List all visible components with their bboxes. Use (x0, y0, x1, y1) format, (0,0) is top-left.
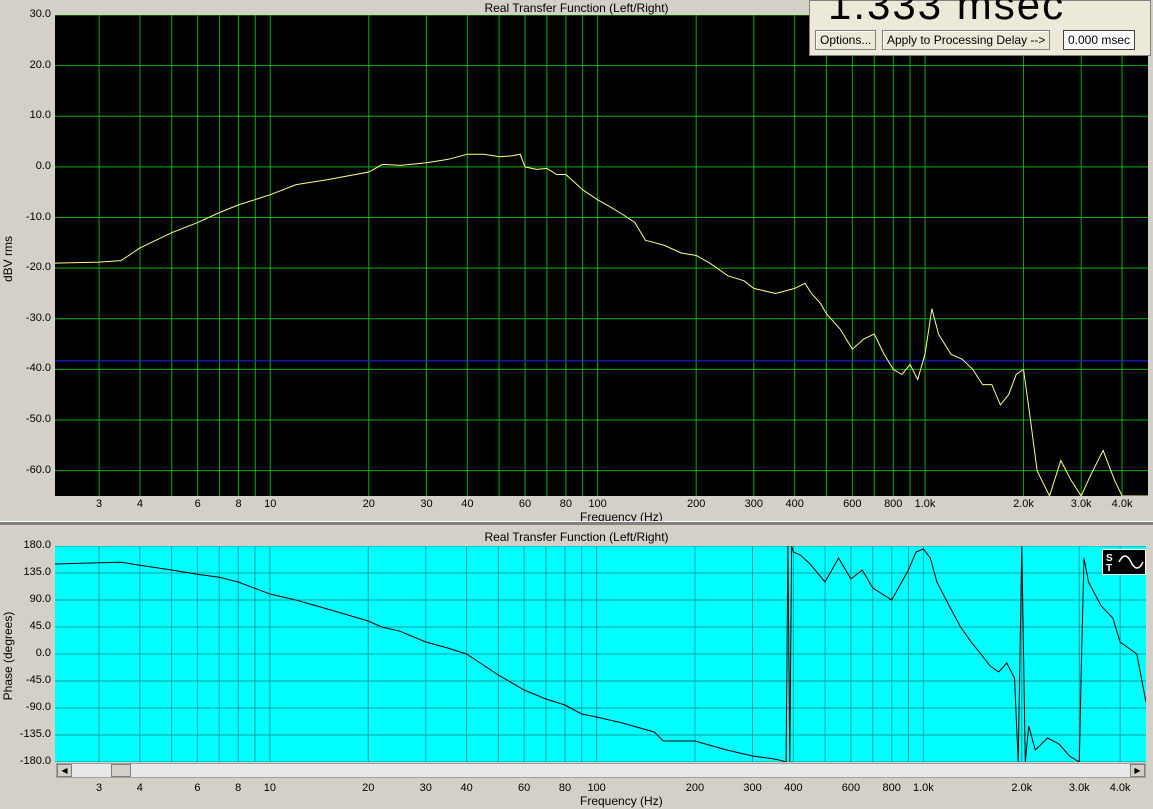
y-tick-label: 30.0 (29, 8, 51, 20)
y-tick-label: 20.0 (29, 58, 51, 71)
scroll-thumb[interactable] (111, 764, 131, 777)
x-tick-label: 4.0k (1111, 498, 1133, 510)
x-tick-label: 6 (194, 498, 201, 510)
x-tick-label: 400 (784, 782, 803, 794)
x-tick-label: 200 (686, 498, 706, 510)
y-tick-label: -45.0 (25, 674, 51, 686)
x-tick-label: 300 (743, 782, 762, 794)
x-tick-label: 10 (264, 498, 277, 510)
phase-chart (55, 546, 1146, 762)
scroll-left-icon[interactable]: ◀ (57, 764, 72, 777)
scroll-right-icon[interactable]: ▶ (1130, 764, 1145, 777)
x-tick-label: 20 (362, 782, 375, 794)
y-tick-label: -60.0 (25, 463, 51, 476)
x-tick-label: 2.0k (1011, 782, 1033, 794)
y-tick-label: 0.0 (35, 159, 51, 172)
x-tick-label: 3.0k (1070, 498, 1092, 510)
y-tick-label: -180.0 (19, 755, 51, 767)
x-tick-label: 3 (95, 782, 103, 794)
horizontal-scrollbar[interactable]: ◀ ▶ (56, 763, 1146, 778)
x-tick-label: 4.0k (1109, 782, 1131, 794)
x-tick-label: 3 (96, 498, 103, 510)
x-tick-label: 4 (136, 498, 144, 510)
y-tick-label: -135.0 (19, 728, 51, 740)
x-tick-label: 3.0k (1068, 782, 1090, 794)
st-sine-icon[interactable]: S T (1102, 549, 1146, 575)
processing-delay-field[interactable]: 0.000 msec (1063, 30, 1136, 50)
pane-divider[interactable] (0, 521, 1153, 525)
y-tick-label: 135.0 (23, 566, 51, 578)
x-tick-label: 100 (588, 498, 607, 510)
x-tick-label: 400 (785, 498, 804, 510)
y-tick-label: -10.0 (25, 210, 51, 223)
y-tick-label: 180.0 (23, 539, 51, 551)
x-tick-label: 60 (518, 498, 532, 510)
y-tick-label: -20.0 (25, 261, 51, 274)
x-tick-label: 30 (419, 782, 432, 794)
x-tick-label: 10 (263, 782, 276, 794)
delay-readout: 1.333 msec (828, 0, 1066, 28)
x-tick-label: 600 (843, 498, 862, 510)
y-tick-label: -90.0 (25, 701, 51, 713)
y-tick-label: -50.0 (25, 413, 51, 426)
x-tick-label: 2.0k (1013, 498, 1034, 510)
y-tick-label: 90.0 (29, 593, 51, 605)
y-tick-label: 10.0 (29, 109, 51, 122)
x-tick-label: 6 (194, 782, 201, 794)
phase-chart-title: Real Transfer Function (Left/Right) (484, 530, 669, 544)
y-tick-label: 0.0 (35, 647, 51, 659)
svg-text:T: T (1106, 563, 1112, 574)
y-tick-label: -30.0 (25, 311, 51, 324)
apply-to-processing-delay-button[interactable]: Apply to Processing Delay --> (882, 30, 1051, 50)
x-tick-label: 30 (420, 498, 433, 510)
x-tick-label: 200 (685, 782, 705, 794)
delay-panel: 1.333 msec Options... Apply to Processin… (809, 0, 1151, 56)
options-button[interactable]: Options... (815, 30, 877, 50)
magnitude-chart (55, 15, 1148, 496)
y-tick-label: -40.0 (25, 362, 51, 375)
x-tick-label: 300 (744, 498, 763, 510)
phase-x-axis-label: Frequency (Hz) (580, 794, 663, 808)
x-tick-label: 4 (136, 782, 143, 794)
magnitude-y-axis-label: dBV rms (1, 236, 15, 283)
x-tick-label: 100 (587, 782, 606, 794)
x-tick-label: 60 (518, 782, 531, 794)
x-tick-label: 600 (841, 782, 861, 794)
x-tick-label: 20 (362, 498, 375, 510)
x-tick-label: 40 (461, 498, 474, 510)
x-tick-label: 1.0k (912, 782, 934, 794)
x-tick-label: 1.0k (914, 498, 936, 510)
plot-background (55, 15, 1148, 496)
x-tick-label: 40 (460, 782, 473, 794)
y-tick-label: 45.0 (29, 620, 51, 632)
